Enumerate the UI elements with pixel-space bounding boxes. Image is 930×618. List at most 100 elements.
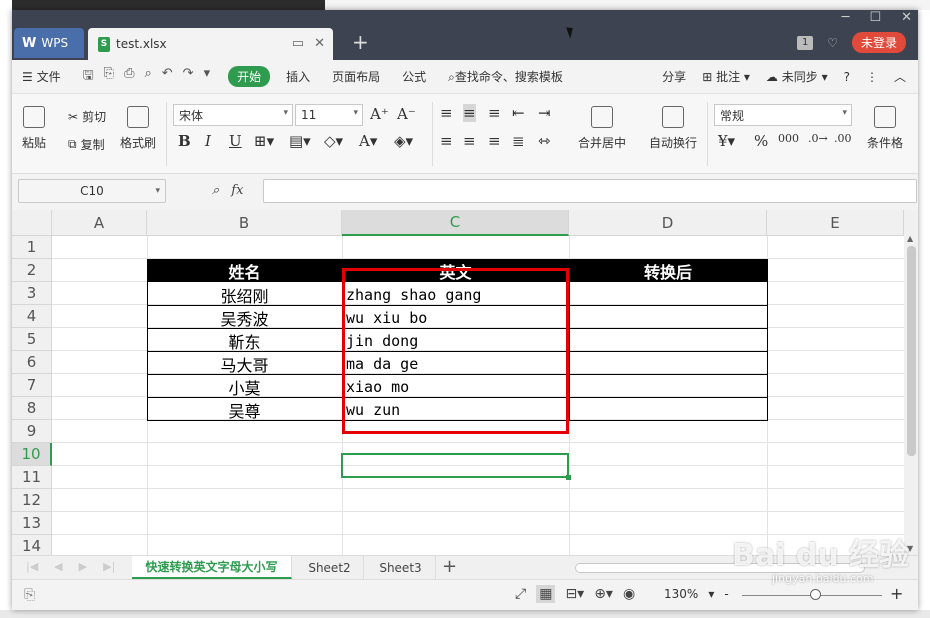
login-button[interactable]: 未登录	[851, 32, 906, 53]
align-right-icon[interactable]: ≡	[488, 132, 501, 150]
copy-button[interactable]: ⧉ 复制	[68, 136, 105, 153]
row-header[interactable]: 7	[12, 374, 52, 397]
skin-icon[interactable]: ♡	[827, 36, 838, 50]
align-left-icon[interactable]: ≡	[440, 132, 453, 150]
prev-sheet-icon[interactable]: ◀	[54, 560, 62, 573]
column-header-c[interactable]: C	[342, 210, 569, 236]
sync-button[interactable]: ☁ 未同步 ▾	[766, 68, 828, 85]
font-size-select[interactable]: 11 ▾	[295, 104, 363, 126]
row-header[interactable]: 3	[12, 282, 52, 305]
row-header[interactable]: 10	[12, 443, 52, 466]
zoom-slider-knob[interactable]	[810, 589, 821, 600]
borders-icon[interactable]: ⊞▾	[254, 132, 274, 150]
row-header[interactable]: 2	[12, 259, 52, 282]
add-tab-button[interactable]: +	[352, 30, 369, 54]
comment-button[interactable]: ⊞ 批注 ▾	[702, 68, 750, 85]
select-all-corner[interactable]	[12, 210, 52, 236]
save-icon[interactable]: 🖫	[83, 66, 94, 88]
column-header-d[interactable]: D	[569, 210, 767, 236]
clear-format-icon[interactable]: ◈▾	[394, 132, 413, 150]
name-box[interactable]: C10 ▾	[18, 179, 166, 203]
row-header[interactable]: 5	[12, 328, 52, 351]
bold-button[interactable]: B	[178, 132, 191, 150]
align-middle-icon[interactable]: ≡	[463, 104, 476, 122]
zoom-level[interactable]: 130%	[664, 587, 698, 601]
sheet-tab-sheet3[interactable]: Sheet3	[366, 556, 436, 579]
next-sheet-icon[interactable]: ▶	[79, 560, 87, 573]
customize-dropdown-icon[interactable]: ▾	[204, 66, 211, 88]
active-cell-c10[interactable]	[341, 453, 571, 480]
window-mode-icon[interactable]: ▭	[292, 36, 304, 51]
maximize-button[interactable]: ☐	[869, 10, 881, 25]
cell-name[interactable]: 靳东	[147, 329, 342, 352]
tab-page-layout[interactable]: 页面布局	[332, 68, 380, 85]
file-menu[interactable]: ☰ 文件	[22, 68, 61, 85]
fullscreen-icon[interactable]: ⤢	[515, 586, 526, 602]
print-preview-icon[interactable]: ⌕	[144, 66, 151, 88]
search-commands[interactable]: ⌕查找命令、搜索模板	[448, 68, 563, 85]
tab-formula[interactable]: 公式	[402, 68, 426, 85]
close-tab-icon[interactable]: ✕	[314, 36, 325, 51]
underline-button[interactable]: U	[229, 132, 242, 150]
column-header-b[interactable]: B	[147, 210, 342, 236]
page-break-view-icon[interactable]: ⊟▾	[565, 586, 584, 602]
chevron-down-icon[interactable]: ▾	[708, 587, 714, 601]
paste-button[interactable]: 粘贴	[22, 106, 46, 151]
number-format-select[interactable]: 常规 ▾	[714, 104, 852, 126]
zoom-search-icon[interactable]: ⌕	[212, 183, 219, 198]
column-header-a[interactable]: A	[52, 210, 147, 236]
increase-font-icon[interactable]: A⁺	[370, 105, 389, 123]
cell-name[interactable]: 马大哥	[147, 352, 342, 375]
file-tab[interactable]: S test.xlsx ▭ ✕	[88, 28, 333, 60]
add-sheet-button[interactable]: +	[442, 556, 457, 577]
row-header[interactable]: 1	[12, 236, 52, 259]
indent-increase-icon[interactable]: ⇥	[538, 104, 551, 122]
vertical-scrollbar[interactable]: ▲ ▼	[904, 210, 918, 555]
first-sheet-icon[interactable]: |◀	[26, 560, 38, 573]
formula-input[interactable]	[263, 179, 917, 203]
tab-start[interactable]: 开始	[228, 66, 271, 87]
italic-button[interactable]: I	[205, 132, 211, 150]
row-header[interactable]: 6	[12, 351, 52, 374]
conditional-format-button[interactable]: 条件格	[867, 106, 903, 151]
redo-icon[interactable]: ↷	[183, 66, 194, 88]
undo-icon[interactable]: ↶	[162, 66, 173, 88]
page-layout-view-icon[interactable]: ⊕▾	[594, 586, 613, 602]
cut-button[interactable]: ✂ 剪切	[68, 108, 106, 125]
cell-name[interactable]: 小莫	[147, 375, 342, 398]
export-pdf-icon[interactable]: ⎘	[104, 66, 114, 88]
close-window-button[interactable]: ✕	[901, 10, 912, 25]
font-color-icon[interactable]: A▾	[359, 132, 377, 150]
minimize-button[interactable]: ─	[842, 10, 850, 25]
share-button[interactable]: 分享	[662, 68, 686, 85]
format-painter-button[interactable]: 格式刷	[120, 106, 156, 151]
increase-decimal-icon[interactable]: .0→	[808, 132, 828, 145]
help-icon[interactable]: ?	[844, 70, 850, 84]
decrease-decimal-icon[interactable]: .00	[834, 132, 852, 145]
row-header[interactable]: 11	[12, 466, 52, 489]
last-sheet-icon[interactable]: ▶|	[103, 560, 115, 573]
fill-pattern-icon[interactable]: ▤▾	[289, 132, 311, 150]
print-icon[interactable]: ⎙	[124, 66, 134, 88]
fill-color-icon[interactable]: ◇▾	[324, 132, 343, 150]
row-header[interactable]: 12	[12, 489, 52, 512]
scroll-up-icon[interactable]: ▲	[907, 234, 913, 243]
sheet-tab-active[interactable]: 快速转换英文字母大小写	[132, 556, 292, 579]
wrap-text-button[interactable]: 自动换行	[649, 106, 697, 151]
macro-icon[interactable]: ⎘	[24, 587, 35, 603]
eye-protection-icon[interactable]: ◉	[623, 586, 635, 602]
wps-home-tab[interactable]: W WPS	[14, 28, 84, 58]
font-family-select[interactable]: 宋体 ▾	[173, 104, 293, 126]
function-fx-icon[interactable]: fx	[231, 183, 243, 198]
row-header[interactable]: 9	[12, 420, 52, 443]
merge-center-button[interactable]: 合并居中	[578, 106, 626, 151]
indent-decrease-icon[interactable]: ⇤	[512, 104, 525, 122]
spreadsheet-grid[interactable]: A B C D E 1 2 3 4 5 6 7 8 9 10 11 12 13 …	[12, 210, 904, 555]
row-header[interactable]: 4	[12, 305, 52, 328]
row-header[interactable]: 8	[12, 397, 52, 420]
vertical-scroll-thumb[interactable]	[907, 246, 916, 456]
distribute-icon[interactable]: ⇿	[538, 132, 551, 150]
more-icon[interactable]: ⋮	[866, 70, 878, 84]
align-center-icon[interactable]: ≡	[463, 132, 476, 150]
align-top-icon[interactable]: ≡	[440, 104, 453, 122]
